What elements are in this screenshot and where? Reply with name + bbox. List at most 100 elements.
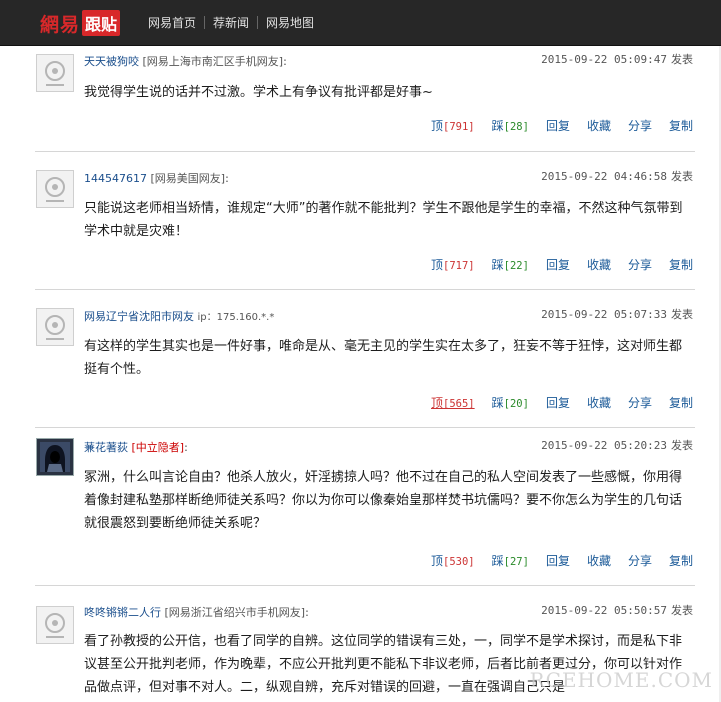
avatar[interactable] — [36, 606, 74, 644]
default-avatar-icon — [45, 177, 65, 202]
author-name-link[interactable]: 天天被狗咬 — [84, 55, 139, 68]
comment-author: 天天被狗咬 [网易上海市南汇区手机网友]: — [84, 53, 287, 69]
favorite-button[interactable]: 收藏 — [587, 552, 611, 569]
site-watermark: RCEHOME.COM — [529, 668, 713, 692]
downvote-count: [27] — [503, 556, 529, 568]
comment-item: 蒹花著荻 [中立隐者]: 2015-09-22 05:20:23 发表 冢洲，什么… — [35, 428, 695, 586]
author-colon: : — [225, 172, 229, 185]
share-button[interactable]: 分享 — [628, 256, 652, 273]
comment-text: 只能说这老师相当矫情，谁规定“大师”的著作就不能批判？学生不跟他是学生的幸福，不… — [84, 201, 683, 239]
author-location: [网易上海市南汇区手机网友] — [142, 55, 284, 68]
comment-item: 天天被狗咬 [网易上海市南汇区手机网友]: 2015-09-22 05:09:4… — [35, 46, 695, 152]
comment-timestamp: 2015-09-22 05:50:57 发表 — [541, 602, 693, 618]
comment-actions: 顶[530] 踩[27] 回复 收藏 分享 复制 — [414, 552, 693, 569]
reply-button[interactable]: 回复 — [546, 552, 570, 569]
comment-actions: 顶[565] 踩[20] 回复 收藏 分享 复制 — [414, 394, 693, 411]
publish-label: 发表 — [671, 439, 693, 452]
share-button[interactable]: 分享 — [628, 552, 652, 569]
favorite-button[interactable]: 收藏 — [587, 394, 611, 411]
default-avatar-icon — [45, 61, 65, 86]
copy-button[interactable]: 复制 — [669, 552, 693, 569]
upvote-count: [530] — [443, 556, 475, 568]
downvote-button[interactable]: 踩[20] — [492, 394, 529, 411]
upvote-button[interactable]: 顶[565] — [431, 394, 475, 411]
favorite-button[interactable]: 收藏 — [587, 256, 611, 273]
upvote-label: 顶 — [431, 554, 444, 568]
netease-gentie-logo[interactable]: 網易 跟贴 — [40, 10, 121, 36]
downvote-button[interactable]: 踩[28] — [492, 117, 529, 134]
logo-netease-text: 網易 — [40, 13, 81, 36]
comment-actions: 顶[717] 踩[22] 回复 收藏 分享 复制 — [414, 256, 693, 273]
upvote-count: [791] — [443, 121, 475, 133]
comment-author: 144547617 [网易美国网友]: — [84, 170, 229, 186]
comment-timestamp: 2015-09-22 05:07:33 发表 — [541, 306, 693, 322]
default-avatar-icon — [45, 315, 65, 340]
author-location: [网易浙江省绍兴市手机网友] — [164, 606, 306, 619]
downvote-button[interactable]: 踩[27] — [492, 552, 529, 569]
author-colon: : — [305, 606, 309, 619]
timestamp-value: 2015-09-22 05:20:23 — [541, 439, 667, 452]
downvote-label: 踩 — [491, 396, 504, 410]
copy-button[interactable]: 复制 — [669, 394, 693, 411]
logo-gentie-text: 跟贴 — [82, 10, 121, 36]
nav-sitemap-link[interactable]: 网易地图 — [258, 14, 322, 31]
comment-timestamp: 2015-09-22 04:46:58 发表 — [541, 168, 693, 184]
nav-recommended-news-link[interactable]: 荐新闻 — [205, 14, 257, 31]
upvote-count: [717] — [443, 260, 475, 272]
downvote-button[interactable]: 踩[22] — [492, 256, 529, 273]
comment-author: 咚咚锵锵二人行 [网易浙江省绍兴市手机网友]: — [84, 604, 309, 620]
upvote-label: 顶 — [431, 119, 444, 133]
comment-actions: 顶[791] 踩[28] 回复 收藏 分享 复制 — [414, 117, 693, 134]
timestamp-value: 2015-09-22 05:09:47 — [541, 53, 667, 66]
comment-text: 我觉得学生说的话并不过激。学术上有争议有批评都是好事~ — [84, 85, 433, 100]
publish-label: 发表 — [671, 53, 693, 66]
share-button[interactable]: 分享 — [628, 394, 652, 411]
reply-button[interactable]: 回复 — [546, 394, 570, 411]
author-name-link[interactable]: 网易辽宁省沈阳市网友 — [84, 310, 194, 323]
nav-home-link[interactable]: 网易首页 — [140, 14, 204, 31]
reply-button[interactable]: 回复 — [546, 117, 570, 134]
upvote-button[interactable]: 顶[530] — [431, 552, 475, 569]
timestamp-value: 2015-09-22 05:50:57 — [541, 604, 667, 617]
downvote-count: [20] — [503, 398, 529, 410]
downvote-label: 踩 — [491, 258, 504, 272]
comment-timestamp: 2015-09-22 05:20:23 发表 — [541, 437, 693, 453]
top-bar: 網易 跟贴 网易首页 荐新闻 网易地图 — [0, 0, 721, 46]
upvote-button[interactable]: 顶[791] — [431, 117, 475, 134]
timestamp-value: 2015-09-22 04:46:58 — [541, 170, 667, 183]
upvote-label: 顶 — [431, 258, 444, 272]
avatar[interactable] — [36, 308, 74, 346]
reply-button[interactable]: 回复 — [546, 256, 570, 273]
top-nav: 网易首页 荐新闻 网易地图 — [140, 14, 322, 31]
downvote-label: 踩 — [491, 119, 504, 133]
author-colon: : — [283, 55, 287, 68]
publish-label: 发表 — [671, 604, 693, 617]
upvote-count: [565] — [443, 398, 475, 410]
downvote-count: [28] — [503, 121, 529, 133]
hooded-figure-icon — [40, 442, 70, 472]
author-name-link[interactable]: 144547617 — [84, 172, 147, 185]
upvote-button[interactable]: 顶[717] — [431, 256, 475, 273]
avatar[interactable] — [36, 54, 74, 92]
author-title-badge: [中立隐者] — [131, 441, 185, 454]
comment-author: 蒹花著荻 [中立隐者]: — [84, 439, 188, 455]
comment-feed: 天天被狗咬 [网易上海市南汇区手机网友]: 2015-09-22 05:09:4… — [35, 46, 695, 702]
publish-label: 发表 — [671, 170, 693, 183]
copy-button[interactable]: 复制 — [669, 256, 693, 273]
author-name-link[interactable]: 咚咚锵锵二人行 — [84, 606, 161, 619]
comment-text: 冢洲，什么叫言论自由？他杀人放火，奸淫掳掠人吗？他不过在自己的私人空间发表了一些… — [84, 470, 683, 531]
comment-text: 有这样的学生其实也是一件好事，唯命是从、毫无主见的学生实在太多了，狂妄不等于狂悖… — [84, 339, 683, 377]
avatar[interactable] — [36, 170, 74, 208]
downvote-count: [22] — [503, 260, 529, 272]
author-ip: ip：175.160.*.* — [197, 312, 275, 323]
favorite-button[interactable]: 收藏 — [587, 117, 611, 134]
copy-button[interactable]: 复制 — [669, 117, 693, 134]
author-name-link[interactable]: 蒹花著荻 — [84, 441, 128, 454]
comment-item: 网易辽宁省沈阳市网友 ip：175.160.*.* 2015-09-22 05:… — [35, 290, 695, 428]
author-colon: : — [184, 441, 188, 454]
share-button[interactable]: 分享 — [628, 117, 652, 134]
timestamp-value: 2015-09-22 05:07:33 — [541, 308, 667, 321]
author-location: [网易美国网友] — [150, 172, 226, 185]
avatar[interactable] — [36, 438, 74, 476]
comment-item: 144547617 [网易美国网友]: 2015-09-22 04:46:58 发… — [35, 152, 695, 290]
